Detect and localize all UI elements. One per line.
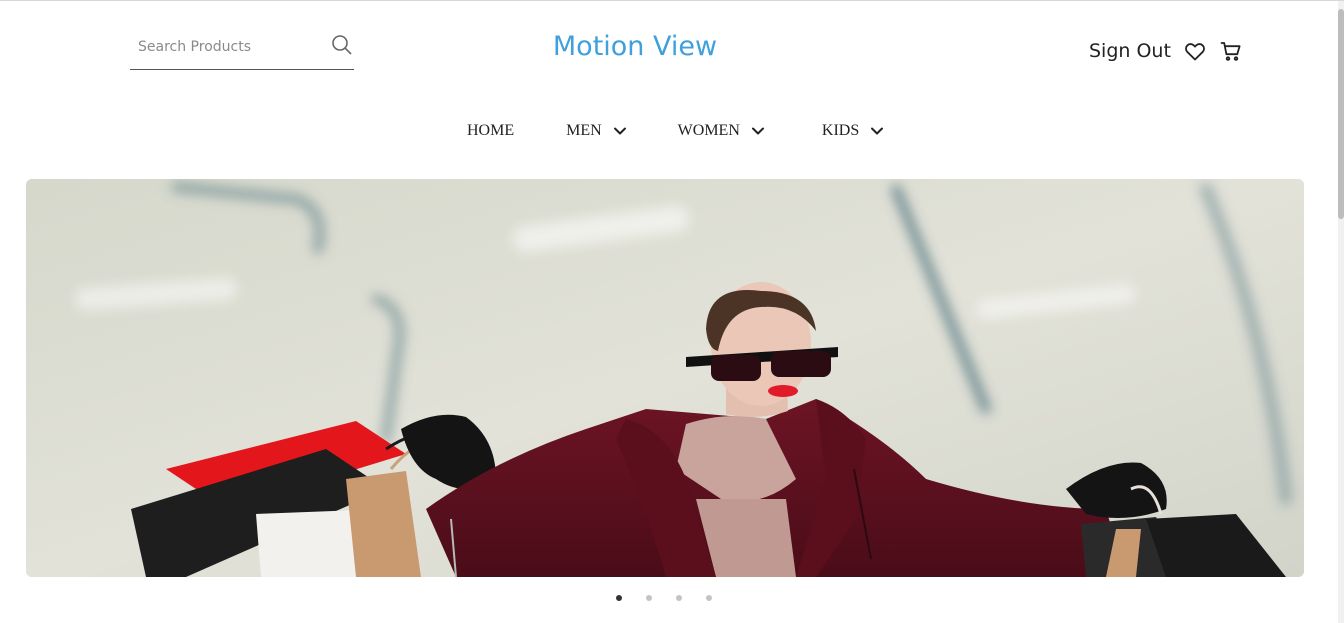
account-actions: Sign Out xyxy=(1089,39,1243,63)
nav-item-label: WOMEN xyxy=(677,122,740,139)
hero-carousel-slide[interactable] xyxy=(26,179,1304,577)
heart-icon[interactable] xyxy=(1183,39,1207,63)
nav-item-home[interactable]: HOME xyxy=(467,122,514,140)
carousel-dot-3[interactable] xyxy=(676,595,682,601)
carousel-dot-2[interactable] xyxy=(646,595,652,601)
nav-item-label: HOME xyxy=(467,122,515,139)
nav-item-women[interactable]: WOMEN xyxy=(678,122,766,140)
chevron-down-icon xyxy=(871,127,884,135)
page-scrollbar[interactable] xyxy=(1338,1,1344,623)
nav-item-label: KIDS xyxy=(821,122,860,139)
chevron-down-icon xyxy=(613,127,626,135)
scrollbar-thumb[interactable] xyxy=(1338,9,1344,219)
carousel-dot-4[interactable] xyxy=(706,595,712,601)
carousel-dot-1[interactable] xyxy=(616,595,622,601)
hero-image xyxy=(26,179,1304,577)
cart-icon[interactable] xyxy=(1219,39,1243,63)
brand-logo-text[interactable]: Motion View xyxy=(0,31,1270,62)
chevron-down-icon xyxy=(751,127,764,135)
nav-item-men[interactable]: MEN xyxy=(566,122,628,140)
sign-out-link[interactable]: Sign Out xyxy=(1089,40,1171,62)
nav-item-kids[interactable]: KIDS xyxy=(822,122,885,140)
carousel-indicators xyxy=(616,595,712,601)
main-nav: HOME MEN WOMEN KIDS xyxy=(467,122,885,140)
nav-item-label: MEN xyxy=(566,122,602,139)
